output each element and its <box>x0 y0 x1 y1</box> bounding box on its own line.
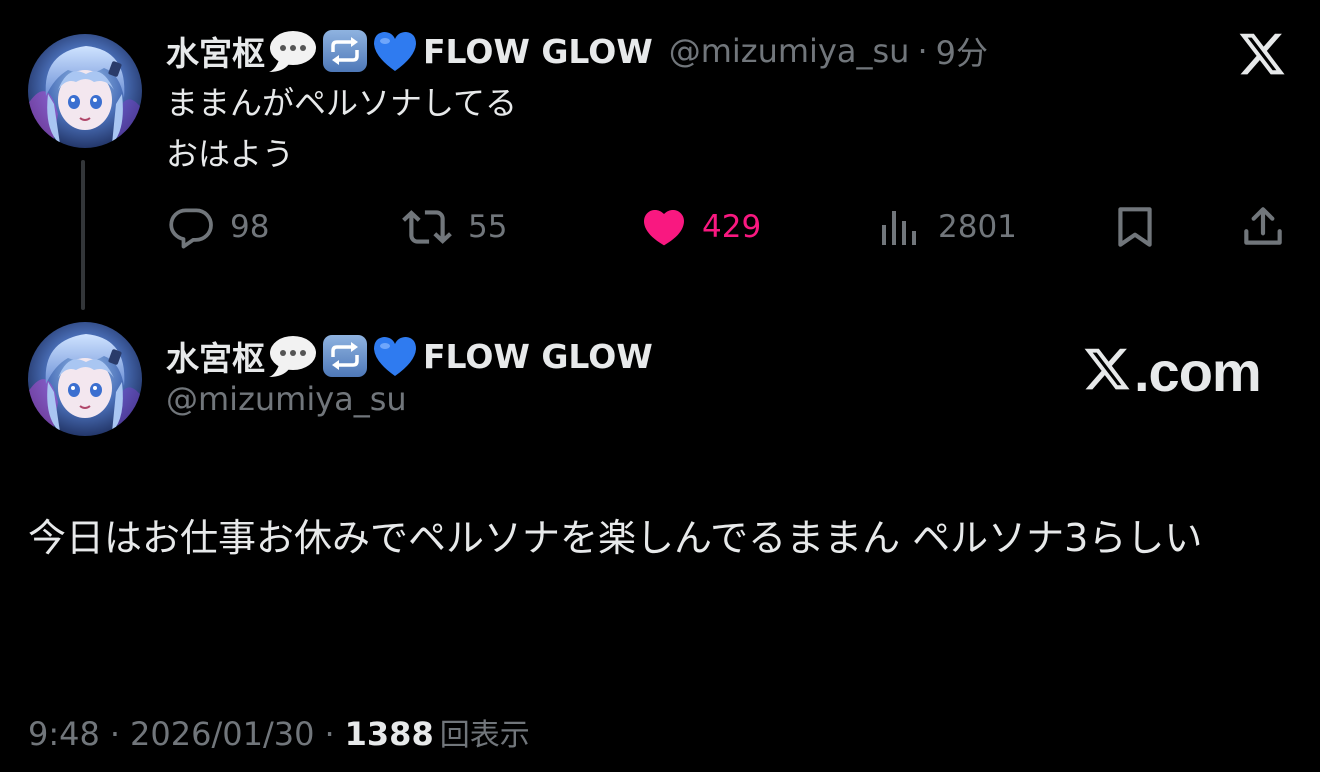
reply-text-line: ままんがペルソナしてる <box>166 84 518 122</box>
reply-time-ago[interactable]: 9分 <box>936 28 988 74</box>
like-button[interactable]: 429 <box>640 200 761 254</box>
reply-avatar[interactable] <box>28 34 142 148</box>
views-count: 2801 <box>938 209 1017 245</box>
main-views-label: 回表示 <box>439 718 530 753</box>
reply-text: ままんがペルソナしてる おはよう <box>166 78 517 180</box>
reply-button[interactable]: 98 <box>166 200 269 254</box>
retweet-count: 55 <box>468 209 508 245</box>
reply-name-row: 水宮枢 FLOW GLOW @mizumiya_su · 9分 <box>166 26 988 76</box>
blue-heart-icon <box>371 334 419 378</box>
views-icon <box>876 203 924 251</box>
like-count: 429 <box>702 209 762 245</box>
main-views-count: 1388 <box>344 715 434 753</box>
reply-brand-name: FLOW GLOW <box>423 31 653 71</box>
meta-separator: · <box>324 715 335 753</box>
reply-count: 98 <box>230 209 270 245</box>
main-display-name[interactable]: 水宮枢 <box>166 332 265 380</box>
bookmark-icon <box>1110 202 1160 252</box>
x-logo-icon[interactable] <box>1237 29 1287 83</box>
repeat-button-icon <box>321 333 369 379</box>
share-icon <box>1238 202 1288 252</box>
speech-balloon-icon <box>267 28 319 74</box>
blue-heart-icon <box>371 29 419 73</box>
xcom-domain-suffix: .com <box>1134 339 1262 403</box>
thread-line <box>81 160 85 310</box>
retweet-icon <box>400 202 454 252</box>
xcom-watermark: .com <box>1082 339 1262 403</box>
speech-balloon-icon <box>267 333 319 379</box>
x-logo-icon <box>1082 344 1132 398</box>
views-button[interactable]: 2801 <box>876 200 1017 254</box>
main-name-row: 水宮枢 FLOW GLOW <box>166 331 653 381</box>
reply-icon <box>166 202 216 252</box>
reply-display-name[interactable]: 水宮枢 <box>166 27 265 75</box>
repeat-button-icon <box>321 28 369 74</box>
share-button[interactable] <box>1238 200 1288 254</box>
meta-separator: · <box>109 715 121 753</box>
main-avatar[interactable] <box>28 322 142 436</box>
tweet-meta: 9:48 · 2026/01/30 · 1388 回表示 <box>28 710 530 754</box>
retweet-button[interactable]: 55 <box>400 200 507 254</box>
main-brand-name: FLOW GLOW <box>423 336 653 376</box>
tweet-time[interactable]: 9:48 <box>28 715 100 753</box>
bookmark-button[interactable] <box>1110 200 1160 254</box>
main-tweet-text: 今日はお仕事お休みでペルソナを楽しんでるままん ペルソナ3らしい <box>28 516 1203 560</box>
main-handle[interactable]: @mizumiya_su <box>166 380 407 418</box>
tweet-date[interactable]: 2026/01/30 <box>130 715 314 753</box>
reply-handle[interactable]: @mizumiya_su <box>669 32 910 70</box>
heart-icon <box>640 203 688 251</box>
reply-separator: · <box>917 32 928 70</box>
reply-text-line: おはよう <box>166 135 295 173</box>
